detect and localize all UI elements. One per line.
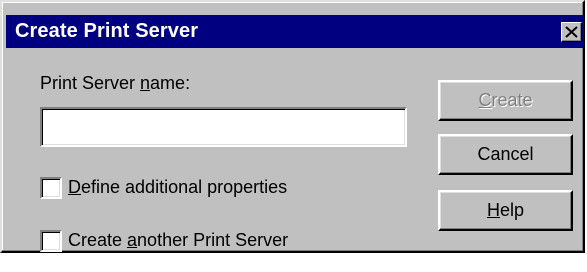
- print-server-name-input[interactable]: [40, 107, 407, 147]
- create-another-print-server-checkbox[interactable]: [40, 230, 62, 252]
- create-button[interactable]: Create: [438, 80, 573, 121]
- print-server-name-label: Print Server name:: [40, 73, 191, 93]
- help-button[interactable]: Help: [438, 190, 573, 231]
- define-additional-properties-checkbox[interactable]: [40, 177, 62, 199]
- create-another-print-server-option[interactable]: Create another Print Server: [40, 228, 340, 252]
- create-print-server-dialog: Create Print Server Print Server name: D…: [0, 0, 585, 253]
- cancel-button[interactable]: Cancel: [438, 134, 573, 175]
- define-additional-properties-option[interactable]: Define additional properties: [40, 175, 340, 199]
- create-another-print-server-label: Create another Print Server: [68, 230, 289, 250]
- title-bar[interactable]: Create Print Server: [6, 15, 584, 48]
- define-additional-properties-label: Define additional properties: [68, 177, 288, 197]
- close-button[interactable]: [561, 22, 582, 42]
- window-title: Create Print Server: [15, 20, 199, 42]
- close-icon: [565, 26, 578, 38]
